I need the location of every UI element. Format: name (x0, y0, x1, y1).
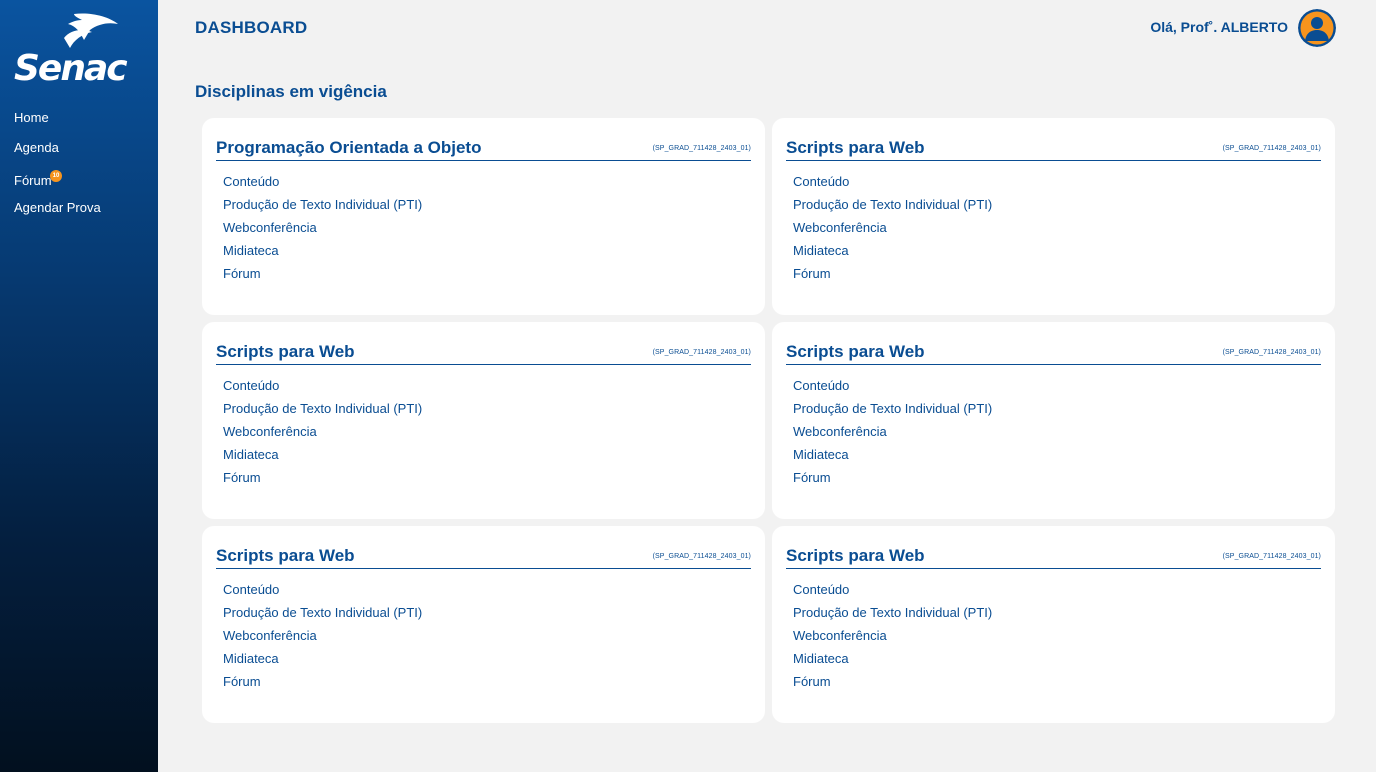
course-code: (SP_GRAD_711428_2403_01) (652, 145, 751, 152)
course-title[interactable]: Scripts para Web (786, 137, 925, 158)
course-title[interactable]: Scripts para Web (216, 545, 355, 566)
course-title[interactable]: Scripts para Web (216, 341, 355, 362)
course-card: Programação Orientada a Objeto (SP_GRAD_7… (202, 118, 765, 315)
course-link[interactable]: Produção de Texto Individual (PTI) (223, 605, 751, 628)
course-link[interactable]: Produção de Texto Individual (PTI) (793, 605, 1321, 628)
section-title: Disciplinas em vigência (195, 82, 387, 101)
course-links: Conteúdo Produção de Texto Individual (PT… (786, 378, 1321, 493)
course-title[interactable]: Scripts para Web (786, 341, 925, 362)
course-link[interactable]: Produção de Texto Individual (PTI) (223, 401, 751, 424)
course-links: Conteúdo Produção de Texto Individual (PT… (786, 174, 1321, 289)
course-link[interactable]: Conteúdo (793, 582, 1321, 605)
user-avatar-icon[interactable] (1298, 9, 1336, 47)
course-card: Scripts para Web (SP_GRAD_711428_2403_01)… (772, 322, 1335, 519)
course-card-header: Programação Orientada a Objeto (SP_GRAD_7… (216, 128, 751, 161)
course-link[interactable]: Webconferência (223, 220, 751, 243)
course-code: (SP_GRAD_711428_2403_01) (1222, 145, 1321, 152)
course-link[interactable]: Produção de Texto Individual (PTI) (793, 197, 1321, 220)
course-code: (SP_GRAD_711428_2403_01) (1222, 553, 1321, 560)
course-code: (SP_GRAD_711428_2403_01) (652, 553, 751, 560)
course-link[interactable]: Fórum (793, 674, 1321, 697)
svg-text:Senac: Senac (14, 48, 127, 86)
sidebar: Senac Home Agenda Fórum 10 Agendar Prova (0, 0, 158, 772)
course-link[interactable]: Fórum (223, 266, 751, 289)
course-links: Conteúdo Produção de Texto Individual (PT… (786, 582, 1321, 697)
course-code: (SP_GRAD_711428_2403_01) (1222, 349, 1321, 356)
sidebar-item-home[interactable]: Home (14, 110, 101, 140)
course-card: Scripts para Web (SP_GRAD_711428_2403_01)… (202, 526, 765, 723)
sidebar-item-label: Fórum (14, 173, 52, 188)
course-card-header: Scripts para Web (SP_GRAD_711428_2403_01) (786, 332, 1321, 365)
course-links: Conteúdo Produção de Texto Individual (PT… (216, 174, 751, 289)
course-card-header: Scripts para Web (SP_GRAD_711428_2403_01) (786, 128, 1321, 161)
sidebar-nav: Home Agenda Fórum 10 Agendar Prova (14, 110, 101, 230)
course-title[interactable]: Programação Orientada a Objeto (216, 137, 481, 158)
senac-logo[interactable]: Senac (12, 10, 132, 89)
course-link[interactable]: Webconferência (223, 628, 751, 651)
sidebar-item-agendar-prova[interactable]: Agendar Prova (14, 200, 101, 230)
course-code: (SP_GRAD_711428_2403_01) (652, 349, 751, 356)
course-card-header: Scripts para Web (SP_GRAD_711428_2403_01) (786, 536, 1321, 569)
sidebar-item-agenda[interactable]: Agenda (14, 140, 101, 170)
course-card: Scripts para Web (SP_GRAD_711428_2403_01)… (772, 118, 1335, 315)
course-link[interactable]: Produção de Texto Individual (PTI) (223, 197, 751, 220)
user-greeting: Olá, Prof˚. ALBERTO (1150, 19, 1288, 35)
course-link[interactable]: Conteúdo (793, 174, 1321, 197)
page-title: DASHBOARD (195, 18, 308, 37)
course-link[interactable]: Midiateca (223, 447, 751, 470)
course-link[interactable]: Fórum (793, 470, 1321, 493)
course-card-header: Scripts para Web (SP_GRAD_711428_2403_01) (216, 332, 751, 365)
course-links: Conteúdo Produção de Texto Individual (PT… (216, 582, 751, 697)
course-link[interactable]: Midiateca (223, 651, 751, 674)
course-link[interactable]: Fórum (793, 266, 1321, 289)
course-link[interactable]: Webconferência (223, 424, 751, 447)
course-link[interactable]: Conteúdo (793, 378, 1321, 401)
course-link[interactable]: Midiateca (223, 243, 751, 266)
course-link[interactable]: Fórum (223, 674, 751, 697)
course-link[interactable]: Fórum (223, 470, 751, 493)
course-card: Scripts para Web (SP_GRAD_711428_2403_01)… (202, 322, 765, 519)
course-link[interactable]: Webconferência (793, 628, 1321, 651)
course-link[interactable]: Midiateca (793, 651, 1321, 674)
courses-grid: Programação Orientada a Objeto (SP_GRAD_7… (202, 118, 1335, 723)
course-links: Conteúdo Produção de Texto Individual (PT… (216, 378, 751, 493)
course-link[interactable]: Conteúdo (223, 582, 751, 605)
notification-badge: 10 (50, 170, 62, 182)
course-link[interactable]: Midiateca (793, 243, 1321, 266)
course-title[interactable]: Scripts para Web (786, 545, 925, 566)
course-link[interactable]: Webconferência (793, 424, 1321, 447)
course-link[interactable]: Conteúdo (223, 378, 751, 401)
course-link[interactable]: Midiateca (793, 447, 1321, 470)
sidebar-item-forum[interactable]: Fórum 10 (14, 170, 101, 200)
course-link[interactable]: Conteúdo (223, 174, 751, 197)
course-card-header: Scripts para Web (SP_GRAD_711428_2403_01) (216, 536, 751, 569)
course-link[interactable]: Produção de Texto Individual (PTI) (793, 401, 1321, 424)
course-card: Scripts para Web (SP_GRAD_711428_2403_01)… (772, 526, 1335, 723)
course-link[interactable]: Webconferência (793, 220, 1321, 243)
